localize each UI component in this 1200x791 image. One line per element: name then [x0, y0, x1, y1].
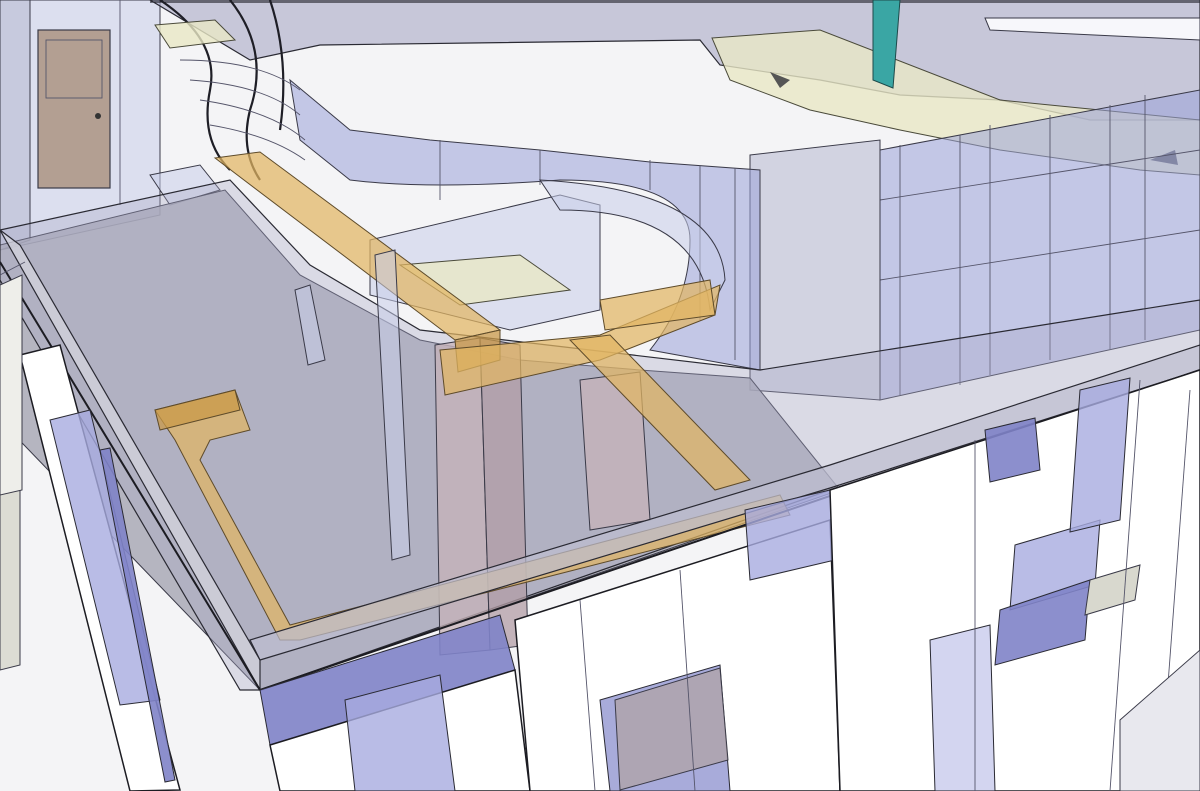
door[interactable]: [37, 29, 111, 189]
facade-panel: [929, 624, 996, 791]
left-wall-panel: [0, 274, 23, 496]
building-model-scene[interactable]: [0, 0, 1200, 791]
left-wall: [0, 261, 26, 496]
back-room-side-wall: [0, 0, 31, 251]
facade-panel: [984, 417, 1041, 483]
facade-panel: [1069, 377, 1131, 533]
3d-model-viewport[interactable]: [0, 0, 1200, 791]
stair-treads: [179, 59, 306, 161]
door-handle-icon: [95, 113, 101, 119]
